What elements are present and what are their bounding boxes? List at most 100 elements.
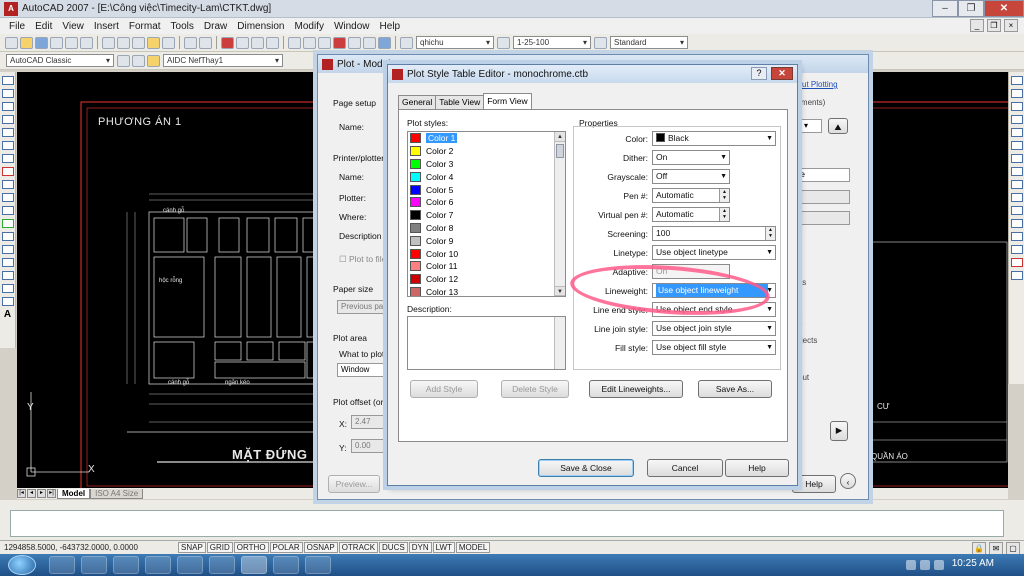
move-icon[interactable] xyxy=(1010,141,1023,150)
block-editor-icon[interactable] xyxy=(162,36,175,49)
page-setup-dropdown[interactable]: ▾ xyxy=(800,119,822,133)
rotate-icon[interactable] xyxy=(1010,154,1023,163)
workspace-select[interactable]: AutoCAD Classic ▾ xyxy=(6,54,114,67)
plot-to-file-checkbox[interactable]: ☐ Plot to file xyxy=(339,254,386,265)
tool-palettes-icon[interactable] xyxy=(318,36,331,49)
tab-form-view[interactable]: Form View xyxy=(483,93,532,109)
stepper-arrows-icon[interactable]: ▲ ▼ xyxy=(719,208,729,221)
otrack-toggle[interactable]: OTRACK xyxy=(338,542,379,553)
minimize-button[interactable]: – xyxy=(932,0,958,17)
plot-icon[interactable] xyxy=(50,36,63,49)
plot-style-item[interactable]: Color 4 xyxy=(408,170,565,183)
undo-icon[interactable] xyxy=(184,36,197,49)
plot-style-item[interactable]: Color 2 xyxy=(408,145,565,158)
ellipse-arc-icon[interactable] xyxy=(1,206,14,215)
paste-icon[interactable] xyxy=(132,36,145,49)
fillet-icon[interactable] xyxy=(1010,258,1023,267)
pst-help-button[interactable]: Help xyxy=(725,459,789,477)
dither-select[interactable]: On ▼ xyxy=(652,150,730,165)
region-icon[interactable] xyxy=(1,284,14,293)
photoshop-icon[interactable] xyxy=(305,556,331,574)
circle-icon[interactable] xyxy=(1,154,14,163)
menu-tools[interactable]: Tools xyxy=(166,21,199,32)
mirror-icon[interactable] xyxy=(1010,102,1023,111)
lineweight-select[interactable]: Use object lineweight ▼ xyxy=(652,283,776,298)
lwt-toggle[interactable]: LWT xyxy=(432,542,455,553)
save-icon[interactable] xyxy=(35,36,48,49)
delete-style-button[interactable]: Delete Style xyxy=(501,380,569,398)
menu-edit[interactable]: Edit xyxy=(30,21,57,32)
ie-icon[interactable] xyxy=(49,556,75,574)
zoom-previous-icon[interactable] xyxy=(266,36,279,49)
fill-style-select[interactable]: Use object fill style ▼ xyxy=(652,340,776,355)
opera-icon[interactable] xyxy=(145,556,171,574)
drawing-close-button[interactable]: × xyxy=(1004,19,1018,32)
adaptive-select[interactable]: On xyxy=(652,264,730,279)
add-page-setup-icon[interactable]: ⛰ xyxy=(828,118,848,134)
rectangle-icon[interactable] xyxy=(1,128,14,137)
cut-icon[interactable] xyxy=(102,36,115,49)
ducs-toggle[interactable]: DUCS xyxy=(379,542,408,553)
first-tab-button[interactable]: |◂ xyxy=(17,489,26,498)
join-icon[interactable] xyxy=(1010,232,1023,241)
save-as-button[interactable]: Save As... xyxy=(698,380,772,398)
dim-style-select[interactable]: 1-25-100 ▾ xyxy=(513,36,591,49)
publish-icon[interactable] xyxy=(80,36,93,49)
table-style-select[interactable]: Standard ▾ xyxy=(610,36,688,49)
help-icon[interactable] xyxy=(378,36,391,49)
array-icon[interactable] xyxy=(1010,128,1023,137)
layer-select[interactable]: AIDC NefThay1 ▾ xyxy=(163,54,283,67)
construction-line-icon[interactable] xyxy=(1,89,14,98)
copy-object-icon[interactable] xyxy=(1010,89,1023,98)
styles-scrollbar[interactable]: ▲ ▼ xyxy=(554,132,565,296)
polar-toggle[interactable]: POLAR xyxy=(269,542,303,553)
scroll-thumb[interactable] xyxy=(556,144,564,158)
make-block-icon[interactable] xyxy=(1,232,14,241)
menu-view[interactable]: View xyxy=(57,21,89,32)
point-icon[interactable] xyxy=(1,245,14,254)
scroll-down-icon[interactable]: ▼ xyxy=(555,286,565,296)
linetype-select[interactable]: Use object linetype ▼ xyxy=(652,245,776,260)
offset-icon[interactable] xyxy=(1010,115,1023,124)
zoom-window-icon[interactable] xyxy=(251,36,264,49)
match-properties-icon[interactable] xyxy=(147,36,160,49)
calculator-icon[interactable] xyxy=(363,36,376,49)
skype-icon[interactable] xyxy=(177,556,203,574)
plot-style-item[interactable]: Color 5 xyxy=(408,183,565,196)
plot-styles-list[interactable]: Color 1 Color 2 Color 3 Color 4 Color 5 Color… xyxy=(407,131,566,297)
plot-style-item[interactable]: Color 7 xyxy=(408,209,565,222)
break-icon[interactable] xyxy=(1010,219,1023,228)
stretch-icon[interactable] xyxy=(1010,180,1023,189)
grayscale-select[interactable]: Off ▼ xyxy=(652,169,730,184)
close-button[interactable]: ✕ xyxy=(984,0,1024,17)
redo-icon[interactable] xyxy=(199,36,212,49)
menu-window[interactable]: Window xyxy=(329,21,375,32)
menu-help[interactable]: Help xyxy=(375,21,406,32)
description-scrollbar[interactable] xyxy=(554,317,565,369)
paper-size-select[interactable]: Previous pa xyxy=(337,300,389,314)
add-style-button[interactable]: Add Style xyxy=(410,380,478,398)
expand-dialog-icon[interactable]: ‹ xyxy=(840,473,856,489)
menu-format[interactable]: Format xyxy=(124,21,166,32)
restore-button[interactable]: ❐ xyxy=(958,0,984,17)
workspace-settings-icon[interactable] xyxy=(117,54,130,67)
lock-app-icon[interactable] xyxy=(273,556,299,574)
color-select[interactable]: Black ▼ xyxy=(652,131,776,146)
save-close-button[interactable]: Save & Close xyxy=(538,459,634,477)
line-icon[interactable] xyxy=(1,76,14,85)
offset-y-input[interactable]: 0.00 xyxy=(351,439,389,453)
pen-stepper[interactable]: Automatic ▲ ▼ xyxy=(652,188,730,203)
lightbulb-icon[interactable] xyxy=(147,54,160,67)
zoom-realtime-icon[interactable] xyxy=(236,36,249,49)
cancel-button[interactable]: Cancel xyxy=(647,459,723,477)
menu-modify[interactable]: Modify xyxy=(290,21,329,32)
layer-manager-icon[interactable] xyxy=(132,54,145,67)
snap-toggle[interactable]: SNAP xyxy=(178,542,206,553)
help-icon[interactable]: ? xyxy=(751,67,767,80)
gradient-icon[interactable] xyxy=(1,271,14,280)
ellipse-icon[interactable] xyxy=(1,193,14,202)
line-join-select[interactable]: Use object join style ▼ xyxy=(652,321,776,336)
stepper-arrows-icon[interactable]: ▲ ▼ xyxy=(719,189,729,202)
plot-style-item[interactable]: Color 10 xyxy=(408,247,565,260)
copy-icon[interactable] xyxy=(117,36,130,49)
